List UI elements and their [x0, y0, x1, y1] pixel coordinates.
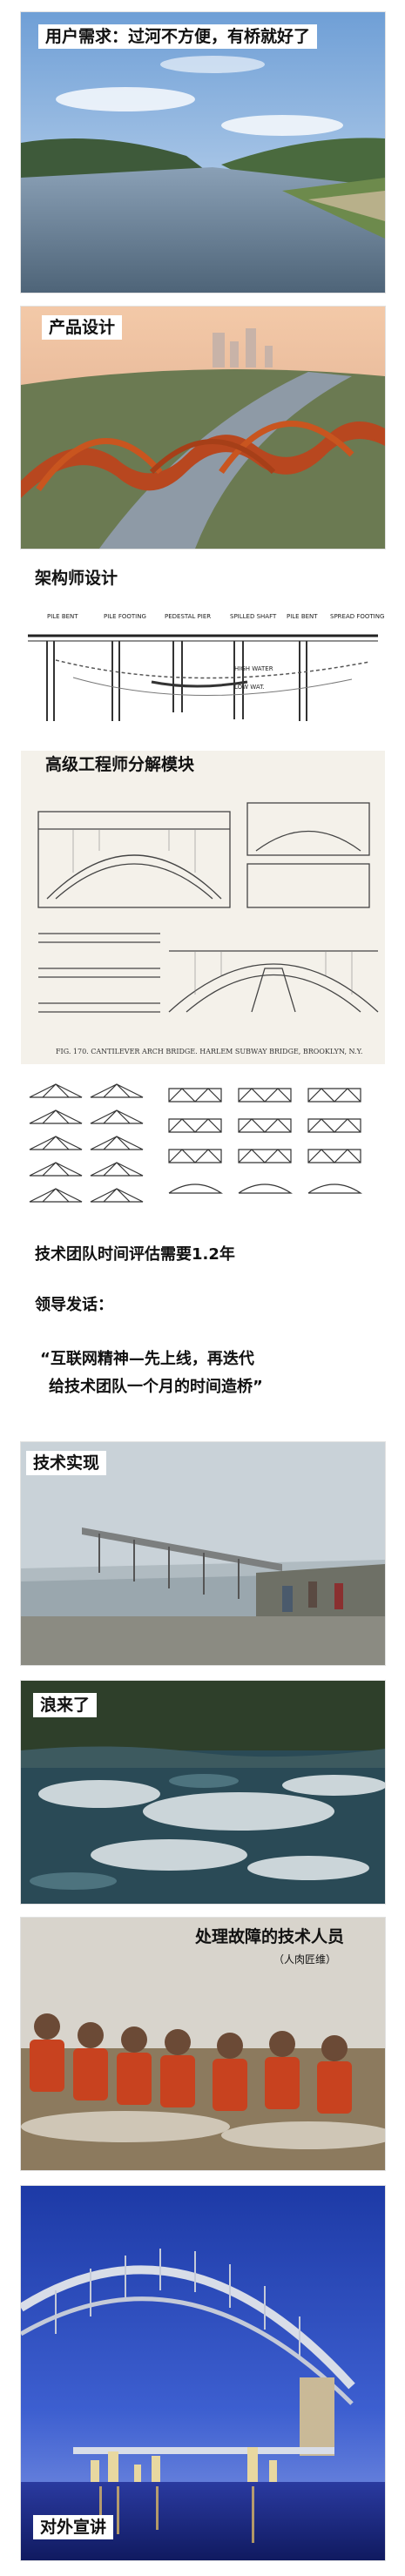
figure-caption: FIG. 170. CANTILEVER ARCH BRIDGE. HARLEM… [56, 1048, 362, 1055]
label-spilled-shaft: SPILLED SHAFT [230, 613, 277, 620]
label-pile-footing: PILE FOOTING [104, 613, 146, 620]
river-scene [21, 12, 385, 293]
wave-photo: 浪来了 [21, 1681, 385, 1904]
river-photo: 用户需求：过河不方便，有桥就好了 [21, 12, 385, 293]
architect-drawing: 架构师设计 PILE BENT PILE FOOTING PEDESTAL PI… [21, 564, 385, 738]
label-high-water: HIGH WATER [234, 665, 273, 672]
panel-caption-fixers-sub: （人肉匠维） [273, 1953, 337, 1966]
harbour-bridge-scene [21, 2186, 385, 2560]
panel-caption-user-need: 用户需求：过河不方便，有桥就好了 [38, 24, 318, 49]
quote-line-1: “互联网精神—先上线，再迭代 [40, 1350, 254, 1368]
estimate-text: 技术团队时间评估需要1.2年 [35, 1245, 235, 1264]
senior-engineer-drawings: 高级工程师分解模块 FIG. 170. CANTILEVER ARCH BRID… [21, 751, 385, 1064]
elevation-drawing: PILE BENT PILE FOOTING PEDESTAL PIER SPI… [28, 613, 384, 721]
panel-caption-product-design: 产品设计 [42, 315, 123, 340]
panel-caption-fixers: 处理故障的技术人员 [195, 1927, 345, 1946]
bridge-rendering [21, 307, 385, 549]
label-low-water: LOW WAT. [234, 684, 265, 691]
label-pedestal-pier: PEDESTAL PIER [165, 613, 211, 620]
panel-caption-tech-impl: 技术实现 [26, 1451, 107, 1475]
tech-implementation-photo: 技术实现 [21, 1442, 385, 1665]
truss-catalogue [21, 1080, 385, 1228]
quote-line-2: 给技术团队一个月的时间造桥” [49, 1378, 263, 1396]
product-design-rendering: 产品设计 [21, 307, 385, 549]
label-pile-bent-1: PILE BENT [47, 613, 78, 620]
fixers-photo: 处理故障的技术人员 （人肉匠维） [21, 1918, 385, 2170]
label-spread-footing: SPREAD FOOTING [330, 613, 384, 620]
truss-types [29, 1083, 362, 1203]
panel-caption-wave: 浪来了 [33, 1693, 98, 1717]
makeshift-bridge-scene [21, 1442, 385, 1665]
leader-text: 领导发话： [35, 1296, 113, 1314]
label-pile-bent-2: PILE BENT [287, 613, 318, 620]
panel-caption-promo: 对外宣讲 [33, 2515, 114, 2539]
arch-drawings: FIG. 170. CANTILEVER ARCH BRIDGE. HARLEM… [37, 802, 379, 1055]
promo-photo: 对外宣讲 [21, 2186, 385, 2560]
